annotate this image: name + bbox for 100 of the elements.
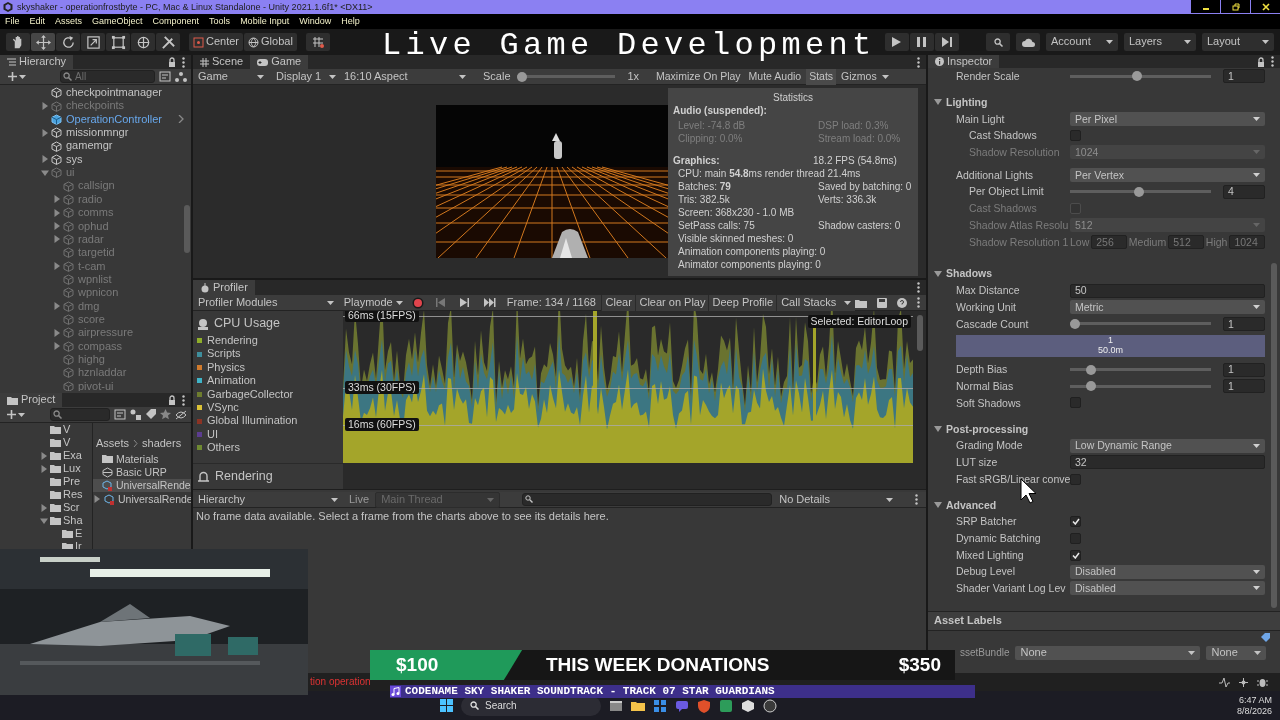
menu-item[interactable]: File [5,16,20,27]
tool-button[interactable] [81,33,105,51]
expand-arrow-icon[interactable] [40,503,48,512]
more-icon[interactable] [182,56,185,68]
menu-item[interactable]: Assets [55,16,83,27]
expand-arrow-icon[interactable] [41,155,49,164]
slider-thumb[interactable] [1134,186,1145,197]
load-icon[interactable] [855,297,867,308]
expand-arrow-icon[interactable] [41,102,49,110]
tree-item[interactable]: gamemgr [0,139,191,153]
dropdown[interactable]: Hierarchy [193,491,343,508]
search-field[interactable] [522,493,773,506]
more-icon[interactable] [1271,56,1274,67]
tool-button[interactable] [106,33,130,51]
search-field[interactable] [50,408,110,421]
number-field[interactable]: 1 [1223,69,1265,84]
search-field[interactable]: All [60,70,155,83]
number-field[interactable]: 32 [1070,455,1265,470]
menu-item[interactable]: Tools [209,16,231,27]
toggle-button[interactable]: Gizmos [838,68,880,85]
dropdown[interactable]: Per Pixel [1070,112,1265,127]
space-button[interactable]: Global [244,33,297,51]
dropdown[interactable]: None [1206,645,1267,660]
legend-item[interactable]: Animation [197,374,339,388]
legend-item[interactable]: UI [197,427,339,442]
legend-item[interactable]: Others [197,441,339,455]
folder-item[interactable]: E [0,527,92,540]
legend-item[interactable]: Scripts [197,347,339,361]
lock-icon[interactable] [168,57,176,67]
pivot-button[interactable]: Center [189,33,244,51]
checkbox[interactable] [1070,532,1081,544]
menu-item[interactable]: Help [341,16,360,27]
section-foldout[interactable]: Advanced [928,496,1280,514]
folder-item[interactable]: Sha [0,514,92,527]
menu-item[interactable]: Mobile Input [240,16,290,27]
tree-item[interactable]: OperationController [0,112,191,127]
panel-tab[interactable]: Project [0,393,63,407]
circle-app-icon[interactable] [763,698,777,713]
expand-arrow-icon[interactable] [53,235,61,244]
minimize-button[interactable] [1191,0,1220,13]
network-icon[interactable] [1238,676,1249,688]
checkbox[interactable] [1070,473,1081,485]
chat-icon[interactable] [675,698,689,713]
folder-item[interactable]: Res [0,488,92,501]
dropdown[interactable]: Low Dynamic Range [1070,438,1265,453]
tag-icon[interactable] [145,409,156,420]
slider-thumb[interactable] [1070,318,1080,329]
tree-item[interactable]: missionmngr [0,126,191,140]
panel-tab[interactable]: Scene [193,55,251,69]
cloud-button[interactable] [1016,33,1040,51]
section-foldout[interactable]: Shadows [928,265,1280,283]
dropdown[interactable]: Disabled [1070,581,1265,596]
more-icon[interactable] [917,56,920,68]
dropdown[interactable]: Display 1 [271,68,337,85]
expand-arrow-icon[interactable] [53,328,61,337]
panel-tab[interactable]: Profiler [193,280,255,295]
checkbox[interactable] [1070,397,1081,409]
toggle-button[interactable]: Mute Audio [745,68,805,85]
scrollbar-thumb[interactable] [1271,263,1277,608]
label-tag-icon[interactable] [1260,632,1270,643]
section-foldout[interactable]: Lighting [928,93,1280,111]
slider-thumb[interactable] [516,71,527,82]
module-header[interactable]: Rendering [197,469,273,484]
tree-item[interactable]: checkpointmanager [0,86,191,100]
menu-item[interactable]: Window [299,16,332,27]
dropdown[interactable]: 16:10 Aspect [339,68,471,85]
dropdown[interactable]: Profiler Modules [193,294,339,311]
breadcrumb-link[interactable]: Assets [96,437,129,451]
restore-button[interactable] [1221,0,1250,13]
star-icon[interactable] [160,409,171,420]
tool-button[interactable] [6,33,30,51]
menu-item[interactable]: GameObject [92,16,143,27]
number-field[interactable]: 1 [1223,379,1265,394]
cube-app-icon[interactable] [741,698,755,713]
expand-arrow-icon[interactable] [53,222,61,231]
checkbox[interactable] [1070,130,1081,142]
folder-item[interactable]: V [0,436,92,449]
asset-item[interactable]: Materials [93,452,191,466]
legend-item[interactable]: Rendering [197,334,339,348]
more-icon[interactable] [915,494,918,505]
dropdown[interactable]: Per Vertex [1070,168,1265,183]
expand-arrow-icon[interactable] [53,302,61,311]
number-field[interactable]: 1 [1223,362,1265,377]
dropdown[interactable]: Layers [1124,33,1196,51]
menu-item[interactable]: Component [152,16,200,27]
legend-item[interactable]: VSync [197,400,339,415]
module-header[interactable]: CPU Usage [197,315,339,332]
dropdown[interactable]: None [1015,645,1201,660]
folder-item[interactable]: V [0,423,92,436]
expand-arrow-icon[interactable] [40,516,48,525]
expand-arrow-icon[interactable] [93,495,101,504]
menu-item[interactable]: Edit [29,16,46,27]
dropdown[interactable]: No Details [774,491,899,508]
number-field[interactable]: 4 [1223,184,1265,199]
expand-arrow-icon[interactable] [40,464,48,473]
toggle-button[interactable]: Live [345,491,374,508]
dropdown[interactable]: Game [193,68,269,85]
scrollbar-thumb[interactable] [917,315,923,351]
hidden-icon[interactable] [175,409,187,420]
expand-arrow-icon[interactable] [53,342,61,351]
